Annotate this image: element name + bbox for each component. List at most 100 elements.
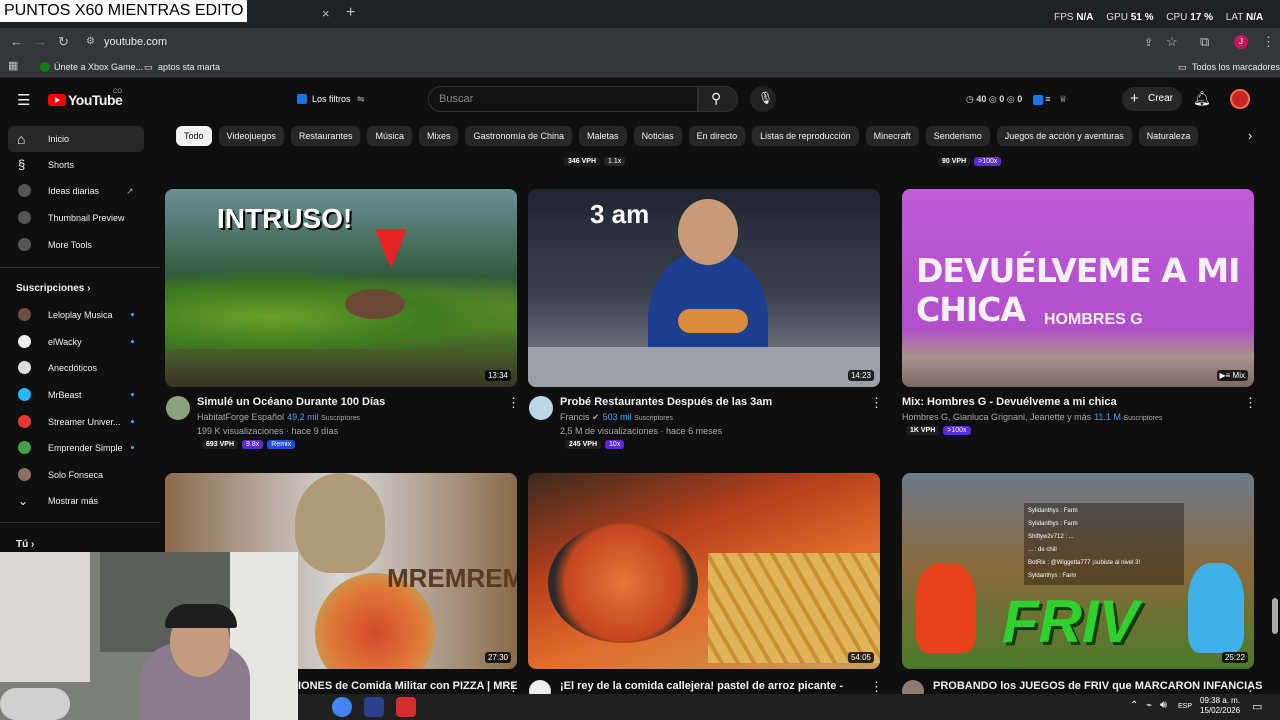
thumbnail-caption: INTRUSO! (217, 203, 353, 234)
chip-listas[interactable]: Listas de reproducción (752, 126, 859, 146)
chip-senderismo[interactable]: Senderismo (925, 126, 990, 146)
notifications-center-icon[interactable]: ▭ (1252, 700, 1262, 713)
trophy-icon[interactable]: ♕ (1059, 94, 1067, 104)
chip-videojuegos[interactable]: Videojuegos (218, 126, 284, 146)
chip-noticias[interactable]: Noticias (633, 126, 682, 146)
bookmark-xbox[interactable]: Únete a Xbox Game... (54, 62, 143, 72)
channel-name[interactable]: Hombres G, Gianluca Grignani, Jeanette y… (902, 412, 1091, 422)
page-scrollbar-thumb[interactable] (1272, 598, 1278, 634)
duration-badge: 27:30 (484, 652, 511, 663)
site-info-icon[interactable]: ⚙ (86, 36, 95, 47)
new-tab-icon[interactable]: + (346, 4, 355, 22)
you-heading[interactable]: Tú › (16, 539, 34, 550)
network-icon[interactable]: ⌁ (1146, 700, 1152, 711)
more-options-icon[interactable]: ⋮ (1244, 679, 1257, 695)
sidebar-sub-solo-fonseca[interactable]: Solo Fonseca (8, 462, 144, 488)
extensions-icon[interactable]: ⧉ (1200, 34, 1209, 50)
extension-icon[interactable] (1032, 94, 1043, 105)
filters-button[interactable]: Los filtros ⇋ (292, 88, 374, 110)
more-options-icon[interactable]: ⋮ (1244, 395, 1257, 411)
app-icon[interactable] (364, 697, 384, 717)
sidebar-show-more[interactable]: ⌄ Mostrar más (8, 488, 144, 514)
channel-name[interactable]: HabitatForge Español (197, 412, 284, 422)
chip-musica[interactable]: Música (367, 126, 412, 146)
bookmark-aptos[interactable]: aptos sta marta (158, 62, 220, 72)
obs-icon[interactable] (396, 697, 416, 717)
chip-restaurantes[interactable]: Restaurantes (290, 126, 361, 146)
search-button[interactable]: ⚲ (698, 86, 738, 112)
chip-minecraft[interactable]: Minecraft (865, 126, 919, 146)
filter-chips-bar: Todo Videojuegos Restaurantes Música Mixes Ga… (176, 126, 1246, 146)
video-thumbnail[interactable]: INTRUSO! 13:34 (165, 189, 517, 387)
more-options-icon[interactable]: ⋮ (870, 679, 883, 695)
install-icon[interactable]: ⇪ (1144, 36, 1153, 49)
chip-naturaleza[interactable]: Naturaleza (1138, 126, 1199, 146)
account-avatar[interactable] (1230, 89, 1250, 109)
url-field[interactable]: youtube.com (104, 36, 167, 48)
watergirl-figure (1188, 563, 1244, 653)
reload-icon[interactable]: ↻ (58, 34, 69, 50)
voice-search-button[interactable]: 🎙︎ (750, 86, 776, 112)
video-thumbnail[interactable]: Sylidanthys : Farm Sylidanthys : Farm Sh… (902, 473, 1254, 669)
sidebar-item-label: Emprender Simple (48, 443, 123, 453)
all-bookmarks[interactable]: Todos los marcadores (1192, 62, 1280, 72)
sidebar-sub-streamer[interactable]: Streamer Univer... (8, 409, 144, 435)
sidebar-item-more-tools[interactable]: More Tools (8, 232, 144, 258)
sidebar-item-shorts[interactable]: § Shorts (8, 152, 144, 178)
tray-chevron-icon[interactable]: ⌃ (1130, 700, 1138, 711)
video-title[interactable]: ¡El rey de la comida callejera! pastel d… (560, 680, 843, 692)
chip-maletas[interactable]: Maletas (579, 126, 627, 146)
video-title[interactable]: Mix: Hombres G - Devuélveme a mi chica (902, 396, 1117, 408)
profile-avatar[interactable]: J (1234, 35, 1248, 49)
chip-juegos-accion[interactable]: Juegos de acción y aventuras (996, 126, 1132, 146)
hamburger-menu-icon[interactable]: ☰ (17, 91, 30, 109)
apps-grid-icon[interactable]: ▦ (8, 59, 18, 72)
video-title[interactable]: PROBANDO los JUEGOS de FRIV que MARCARON… (933, 680, 1262, 692)
chip-en-directo[interactable]: En directo (688, 126, 746, 146)
bookmark-star-icon[interactable]: ☆ (1166, 34, 1178, 50)
sidebar-item-thumbnail-preview[interactable]: Thumbnail Preview (8, 205, 144, 231)
channel-avatar[interactable] (166, 396, 190, 420)
sidebar-item-inicio[interactable]: ⌂ Inicio (8, 126, 144, 152)
sidebar-sub-emprender[interactable]: Emprender Simple (8, 435, 144, 461)
chip-todo[interactable]: Todo (176, 126, 212, 146)
remix-badge[interactable]: Remix (267, 440, 296, 449)
chevron-right-icon[interactable]: › (1248, 128, 1252, 143)
list-icon[interactable]: ≡ (1045, 94, 1050, 104)
sidebar-item-label: Thumbnail Preview (48, 213, 125, 223)
forward-icon[interactable]: → (34, 34, 47, 49)
chrome-icon[interactable] (332, 697, 352, 717)
country-code: CO (113, 89, 122, 95)
video-title[interactable]: IONES de Comida Militar con PIZZA | MRE (298, 680, 518, 692)
more-options-icon[interactable]: ⋮ (507, 679, 520, 695)
video-thumbnail[interactable]: 3 am 14:23 (528, 189, 880, 387)
subscriptions-heading[interactable]: Suscripciones › (16, 283, 90, 294)
volume-icon[interactable]: 🔊︎ (1160, 699, 1167, 712)
sidebar-sub-anecdoticos[interactable]: Anecdóticos (8, 355, 144, 381)
sidebar-sub-elwacky[interactable]: elWacky (8, 329, 144, 355)
chip-gastronomia-china[interactable]: Gastronomía de China (465, 126, 573, 146)
channel-name[interactable]: Francis (560, 412, 590, 422)
sidebar-item-ideas[interactable]: Ideas diarias ↗ (8, 178, 144, 204)
create-button[interactable]: + Crear (1122, 87, 1182, 111)
close-tab-icon[interactable]: × (322, 6, 330, 21)
video-title[interactable]: Simulé un Océano Durante 100 Días (197, 396, 385, 408)
video-thumbnail[interactable]: DEVUÉLVEME A MI CHICA HOMBRES G ▶︎≡ Mix (902, 189, 1254, 387)
channel-avatar[interactable] (529, 396, 553, 420)
back-icon[interactable]: ← (10, 34, 23, 49)
more-options-icon[interactable]: ⋮ (507, 395, 520, 411)
search-input[interactable]: Buscar (428, 86, 698, 112)
more-options-icon[interactable]: ⋮ (870, 395, 883, 411)
taskbar-clock[interactable]: 09:38 a. m. 15/02/2026 (1200, 696, 1240, 716)
language-indicator[interactable]: ESP (1178, 703, 1192, 710)
video-thumbnail[interactable]: 54:05 (528, 473, 880, 669)
chip-mixes[interactable]: Mixes (418, 126, 459, 146)
browser-menu-icon[interactable]: ⋮ (1262, 34, 1275, 50)
sidebar-sub-mrbeast[interactable]: MrBeast (8, 382, 144, 408)
notifications-icon[interactable]: 🔔︎ (1193, 90, 1211, 107)
video-title[interactable]: Probé Restaurantes Después de las 3am (560, 396, 772, 408)
sidebar-sub-leloplay[interactable]: Leloplay Musica (8, 302, 144, 328)
youtube-logo-icon[interactable] (48, 94, 66, 106)
fried-food (708, 553, 880, 663)
eye-icon: ◎ (988, 94, 997, 104)
